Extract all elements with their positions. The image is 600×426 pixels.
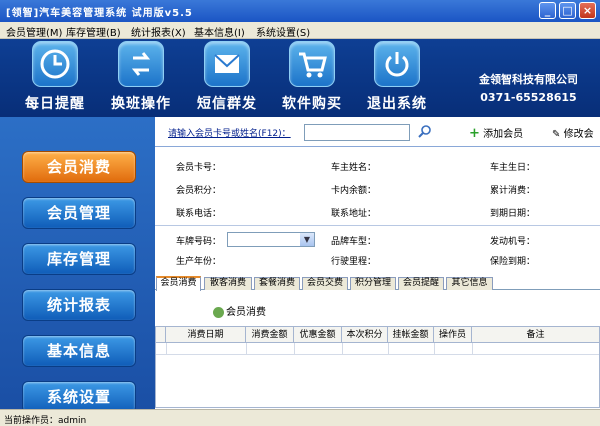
daily-reminder-label: 每日提醒 — [25, 96, 85, 112]
minimize-button[interactable]: _ — [539, 2, 556, 19]
nav-member-management[interactable]: 会员管理 — [22, 197, 136, 229]
main-toolbar: 每日提醒 换班操作 短信群发 软件购买 退出系统 金领智科技有限公司 0371-… — [0, 39, 600, 117]
menu-member[interactable]: 会员管理(M) — [6, 24, 62, 39]
tab-package-consumption[interactable]: 套餐消费 — [254, 277, 300, 290]
search-icon[interactable] — [417, 124, 432, 139]
tab-bar: 会员消费 散客消费 套餐消费 会员交费 积分管理 会员提醒 其它信息 — [155, 276, 600, 291]
chevron-down-icon: ▼ — [300, 233, 314, 246]
column-header[interactable]: 优惠金额 — [294, 327, 342, 343]
brand-model-label: 品牌车型： — [331, 237, 377, 247]
tab-points-management[interactable]: 积分管理 — [350, 277, 396, 290]
daily-reminder-button[interactable]: 每日提醒 — [15, 41, 95, 113]
add-member-button[interactable]: + 添加会员 — [469, 125, 523, 141]
phone-label: 联系电话： — [176, 209, 222, 219]
edit-icon: ✎ — [552, 129, 561, 140]
close-button[interactable]: × — [579, 2, 596, 19]
shift-change-button[interactable]: 换班操作 — [101, 41, 181, 113]
menu-inventory[interactable]: 库存管理(B) — [66, 24, 121, 39]
company-name: 金领智科技有限公司 — [479, 73, 578, 86]
plus-icon: + — [469, 126, 480, 141]
owner-name-label: 车主姓名： — [331, 163, 377, 173]
tab-member-consumption[interactable]: 会员消费 — [156, 276, 201, 291]
total-spend-label: 累计消费： — [490, 186, 536, 196]
power-icon — [374, 41, 420, 87]
column-header[interactable]: 备注 — [472, 327, 599, 343]
user-icon — [213, 306, 224, 318]
engine-number-label: 发动机号： — [490, 237, 536, 247]
column-header[interactable]: 本次积分 — [342, 327, 388, 343]
menu-basic-info[interactable]: 基本信息(I) — [194, 24, 245, 39]
mileage-label: 行驶里程： — [331, 257, 377, 267]
menu-reports[interactable]: 统计报表(X) — [131, 24, 186, 39]
status-bar: 当前操作员：admin — [0, 409, 600, 426]
row-indicator-header — [156, 327, 166, 343]
window-title: [领智]汽车美容管理系统 试用版v5.5 — [6, 8, 193, 19]
nav-member-consumption[interactable]: 会员消费 — [22, 151, 136, 183]
grid-line — [294, 343, 295, 355]
shift-change-label: 换班操作 — [111, 96, 171, 112]
sidebar: 会员消费 会员管理 库存管理 统计报表 基本信息 系统设置 — [0, 117, 155, 413]
address-label: 联系地址： — [331, 209, 377, 219]
sms-broadcast-label: 短信群发 — [197, 96, 257, 112]
sms-broadcast-button[interactable]: 短信群发 — [187, 41, 267, 113]
search-row: 请输入会员卡号或姓名(F12)： + 添加会员 ✎ 修改会 — [155, 117, 600, 147]
title-bar: [领智]汽车美容管理系统 试用版v5.5 _ □ × — [0, 0, 600, 22]
plate-number-select[interactable]: ▼ — [227, 232, 315, 247]
tab-member-payment[interactable]: 会员交费 — [302, 277, 348, 290]
buy-software-label: 软件购买 — [282, 96, 342, 112]
edit-member-label: 修改会 — [563, 129, 594, 140]
consumption-table: 消费日期 消费金额 优惠金额 本次积分 挂帐金额 操作员 备注 — [155, 326, 600, 408]
card-balance-label: 卡内余额： — [331, 186, 377, 196]
member-points-label: 会员积分： — [176, 186, 222, 196]
grid-line — [166, 343, 167, 355]
nav-basic-info[interactable]: 基本信息 — [22, 335, 136, 367]
maximize-button[interactable]: □ — [559, 2, 576, 19]
car-info-panel: 车牌号码： ▼ 品牌车型： 发动机号： 生产年份： 行驶里程： 保险到期： — [155, 227, 600, 273]
table-header: 消费日期 消费金额 优惠金额 本次积分 挂帐金额 操作员 备注 — [156, 327, 599, 343]
tab-other-info[interactable]: 其它信息 — [446, 277, 493, 290]
grid-line — [472, 343, 473, 355]
column-header[interactable]: 挂帐金额 — [388, 327, 434, 343]
grid-line — [246, 343, 247, 355]
member-consumption-button[interactable]: 会员消费 — [213, 303, 266, 318]
member-consumption-label: 会员消费 — [226, 307, 266, 318]
column-header[interactable]: 操作员 — [434, 327, 472, 343]
grid-line — [434, 343, 435, 355]
swap-icon — [118, 41, 164, 87]
grid-line — [342, 343, 343, 355]
member-info-panel: 会员卡号： 车主姓名： 车主生日： 会员积分： 卡内余额： 累计消费： 联系电话… — [155, 148, 600, 226]
add-member-label: 添加会员 — [483, 129, 524, 140]
company-info: 金领智科技有限公司 0371-65528615 — [479, 71, 578, 104]
menu-bar: 会员管理(M) 库存管理(B) 统计报表(X) 基本信息(I) 系统设置(S) — [0, 22, 600, 39]
owner-birthday-label: 车主生日： — [490, 163, 536, 173]
current-operator: 当前操作员：admin — [4, 416, 87, 426]
grid-line — [388, 343, 389, 355]
main-panel: 请输入会员卡号或姓名(F12)： + 添加会员 ✎ 修改会 会员卡号： 车主姓名… — [155, 117, 600, 409]
nav-statistics-reports[interactable]: 统计报表 — [22, 289, 136, 321]
production-year-label: 生产年份： — [176, 257, 222, 267]
expiry-date-label: 到期日期： — [490, 209, 536, 219]
exit-system-button[interactable]: 退出系统 — [357, 41, 437, 113]
column-header[interactable]: 消费日期 — [166, 327, 246, 343]
card-number-label: 会员卡号： — [176, 163, 222, 173]
plate-number-label: 车牌号码： — [176, 237, 222, 247]
nav-inventory-management[interactable]: 库存管理 — [22, 243, 136, 275]
clock-icon — [32, 41, 78, 87]
envelope-icon — [204, 41, 250, 87]
tab-member-reminder[interactable]: 会员提醒 — [398, 277, 444, 290]
menu-settings[interactable]: 系统设置(S) — [256, 24, 310, 39]
search-label: 请输入会员卡号或姓名(F12)： — [168, 129, 291, 139]
insurance-expiry-label: 保险到期： — [490, 257, 536, 267]
exit-system-label: 退出系统 — [367, 96, 427, 112]
table-row[interactable] — [156, 343, 599, 355]
search-input[interactable] — [304, 124, 410, 141]
column-header[interactable]: 消费金额 — [246, 327, 294, 343]
company-phone: 0371-65528615 — [480, 91, 577, 104]
buy-software-button[interactable]: 软件购买 — [272, 41, 352, 113]
cart-icon — [289, 41, 335, 87]
tab-walkin-consumption[interactable]: 散客消费 — [204, 277, 252, 290]
edit-member-button[interactable]: ✎ 修改会 — [552, 125, 594, 140]
